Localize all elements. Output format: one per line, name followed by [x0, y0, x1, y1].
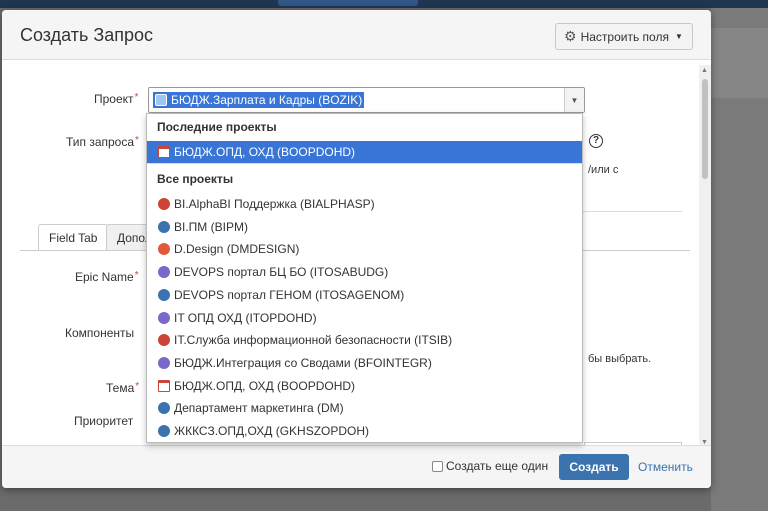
summary-label: Тема* — [106, 381, 140, 395]
project-label: Проект* — [94, 92, 139, 106]
dialog-scrollbar[interactable]: ▲ ▼ — [699, 65, 711, 448]
tab-field-tab[interactable]: Field Tab — [38, 224, 109, 251]
project-dropdown-list: Последние проекты БЮДЖ.ОПД, ОХД (BOOPDOH… — [146, 113, 583, 443]
list-item-project[interactable]: BI.ПМ (BIPM) — [147, 216, 582, 238]
nav-active-tab[interactable] — [278, 0, 418, 6]
recent-projects-header: Последние проекты — [157, 120, 277, 134]
gear-icon: ⚙ — [564, 28, 577, 44]
all-projects-header: Все проекты — [157, 172, 234, 186]
list-item-project[interactable]: БЮДЖ.Интеграция со Сводами (BFOINTEGR) — [147, 352, 582, 374]
dialog-footer: Создать еще один Создать Отменить — [2, 445, 711, 488]
project-icon — [155, 94, 167, 106]
dialog-header: Создать Запрос ⚙ Настроить поля ▼ — [2, 10, 711, 60]
project-select[interactable]: БЮДЖ.Зарплата и Кадры (BOZIK) ▼ — [148, 87, 585, 113]
configure-fields-button[interactable]: ⚙ Настроить поля ▼ — [555, 23, 693, 50]
calendar-icon — [158, 379, 170, 392]
list-item-project[interactable]: ЖККСЗ.ОПД,ОХД (GKHSZOPDOH) — [147, 420, 582, 442]
list-item-project[interactable]: IT.Служба информационной безопасности (I… — [147, 329, 582, 351]
components-hint: бы выбрать. — [588, 353, 652, 365]
dropdown-separator — [147, 163, 582, 164]
project-select-value: БЮДЖ.Зарплата и Кадры (BOZIK) — [153, 92, 365, 108]
epic-name-label: Epic Name* — [75, 270, 139, 284]
alpha-icon — [158, 198, 170, 210]
hint-text: /или с — [588, 164, 619, 176]
chevron-down-icon: ▼ — [674, 32, 683, 41]
calendar-icon — [158, 146, 170, 158]
list-item-project[interactable]: D.Design (DMDESIGN) — [147, 238, 582, 260]
list-item-recent-project[interactable]: БЮДЖ.ОПД, ОХД (BOOPDOHD) — [147, 141, 582, 163]
scrollbar-thumb[interactable] — [702, 79, 708, 179]
list-item-project[interactable]: Департамент маркетинга (DM) — [147, 397, 582, 419]
list-item-project[interactable]: DEVOPS портал БЦ БО (ITOSABUDG) — [147, 261, 582, 283]
request-type-label: Тип запроса* — [66, 135, 139, 149]
rocket-icon — [158, 266, 170, 279]
dialog-title: Создать Запрос — [20, 25, 154, 45]
create-button[interactable]: Создать — [559, 454, 629, 480]
configure-fields-label: Настроить поля — [580, 29, 669, 44]
globe-icon — [158, 288, 170, 301]
rocket-icon — [158, 356, 170, 369]
list-item-project[interactable]: БЮДЖ.ОПД, ОХД (BOOPDOHD) — [147, 375, 582, 397]
list-item-project[interactable]: IT ОПД ОХД (ITOPDOHD) — [147, 307, 582, 329]
design-icon — [158, 243, 170, 256]
list-item-project[interactable]: DEVOPS портал ГЕНОМ (ITOSAGENOM) — [147, 284, 582, 306]
create-another-label: Создать еще один — [446, 459, 549, 473]
background-panel — [711, 28, 768, 98]
dropdown-arrow-icon[interactable]: ▼ — [564, 88, 584, 112]
checkbox-box[interactable] — [432, 460, 443, 472]
priority-label: Приоритет — [74, 414, 134, 428]
list-item-project[interactable]: BI.AlphaBI Поддержка (BIALPHASP) — [147, 193, 582, 215]
rocket-icon — [158, 311, 170, 324]
scroll-up-icon[interactable]: ▲ — [701, 67, 708, 74]
background-page — [711, 8, 768, 511]
alpha-icon — [158, 334, 170, 347]
globe-icon — [158, 220, 170, 233]
globe-icon — [158, 425, 170, 437]
components-label: Компоненты — [65, 326, 135, 340]
cancel-link[interactable]: Отменить — [638, 460, 693, 474]
top-navigation-bar — [0, 0, 768, 8]
help-icon[interactable]: ? — [589, 134, 603, 148]
globe-icon — [158, 402, 170, 415]
create-another-checkbox[interactable]: Создать еще один — [432, 459, 548, 473]
